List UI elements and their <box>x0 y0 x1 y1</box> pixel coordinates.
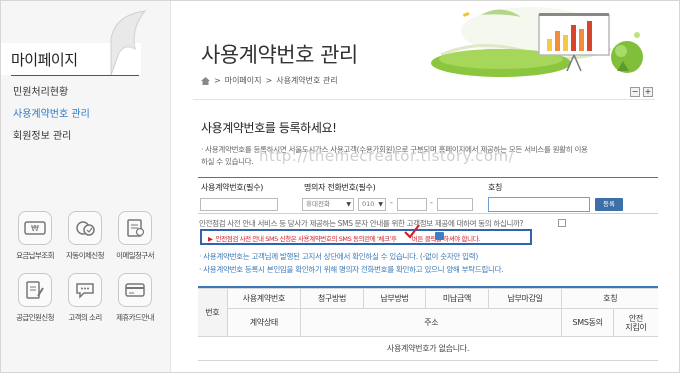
breadcrumb-separator: > <box>265 76 273 85</box>
speech-bubble-icon <box>68 273 102 307</box>
contract-number-label: 사용계약번호(필수) <box>201 183 264 192</box>
sms-alert-box: ▶ 안전점검 사전 안내 SMS 신청은 사용계약번호의 SMS 동의란에 '체크… <box>200 229 532 245</box>
table-empty-message: 사용계약번호가 없습니다. <box>198 336 658 361</box>
quick-item-label: 고객의 소리 <box>68 313 102 322</box>
breadcrumb-item[interactable]: 마이페이지 <box>225 75 262 86</box>
triangle-icon: ▶ <box>208 235 213 243</box>
zoom-in-button[interactable]: + <box>643 87 653 97</box>
hero-illustration <box>431 7 643 77</box>
section-title: 사용계약번호를 등록하세요! <box>201 121 337 135</box>
quick-item-partner-card[interactable]: 제휴카드안내 <box>111 273 159 323</box>
nickname-input[interactable] <box>488 197 590 212</box>
auto-transfer-icon <box>68 211 102 245</box>
register-button[interactable]: 등록 <box>595 198 623 211</box>
table-header-row: 계약상태 주소 SMS동의 안전 지킴이 <box>198 308 658 337</box>
column-header: 청구방법 <box>300 288 364 309</box>
breadcrumb-item[interactable]: 사용계약번호 관리 <box>276 75 337 86</box>
column-header: 주소 <box>300 308 563 337</box>
chevron-down-icon: ▼ <box>346 201 351 208</box>
phone-type-value: 휴대전화 <box>306 200 330 208</box>
phone-middle-input[interactable] <box>397 198 427 211</box>
quick-item-label: 이메일청구서 <box>116 251 154 260</box>
supply-request-icon <box>18 273 52 307</box>
sidebar: 마이페이지 민원처리현황 사용계약번호 관리 회원정보 관리 ₩ 요금납부조회 … <box>1 1 171 372</box>
checkmark-icon <box>404 224 420 239</box>
sidebar-item-contract-number[interactable]: 사용계약번호 관리 <box>13 107 90 129</box>
column-header: 호칭 <box>561 288 658 309</box>
phone-prefix-select[interactable]: 010 ▼ <box>358 198 386 211</box>
sms-alert-tail: 버튼 클릭을 하셔야 합니다. <box>411 235 480 243</box>
column-header-no: 번호 <box>198 288 228 337</box>
sidebar-title-underline <box>11 75 139 76</box>
email-bill-icon <box>118 211 152 245</box>
quick-item-label: 요금납부조회 <box>16 251 54 260</box>
quick-item-supply-request[interactable]: 공급인원신청 <box>11 273 59 323</box>
phone-last-input[interactable] <box>437 198 473 211</box>
info-line: · 사용계약번호는 고객님께 발행된 고지서 상단에서 확인하실 수 있습니다.… <box>199 252 478 261</box>
sidebar-item-member-info[interactable]: 회원정보 관리 <box>13 129 90 151</box>
contract-table: 번호 사용계약번호 청구방법 납부방법 미납금액 납부마감일 호칭 계약상태 주… <box>198 288 658 361</box>
column-header: 안전 지킴이 <box>612 308 658 337</box>
sms-consent-checkbox[interactable] <box>558 219 566 227</box>
nickname-label: 호칭 <box>488 183 503 192</box>
sidebar-title: 마이페이지 <box>11 51 78 69</box>
form-top-border <box>198 177 658 178</box>
page-title: 사용계약번호 관리 <box>201 43 358 67</box>
column-header: 미납금액 <box>425 288 489 309</box>
breadcrumb-separator: > <box>214 76 221 85</box>
quick-item-auto-transfer[interactable]: 자동이체신청 <box>61 211 109 261</box>
page-frame: 마이페이지 민원처리현황 사용계약번호 관리 회원정보 관리 ₩ 요금납부조회 … <box>0 0 680 373</box>
table-row: 사용계약번호가 없습니다. <box>198 336 658 361</box>
quick-item-customer-voice[interactable]: 고객의 소리 <box>61 273 109 323</box>
breadcrumb: > 마이페이지 > 사용계약번호 관리 <box>201 75 338 86</box>
table-header-row: 번호 사용계약번호 청구방법 납부방법 미납금액 납부마감일 호칭 <box>198 288 658 337</box>
phone-dash: - <box>430 198 433 207</box>
quick-item-email-bill[interactable]: 이메일청구서 <box>111 211 159 261</box>
bill-icon: ₩ <box>18 211 52 245</box>
phone-type-select[interactable]: 휴대전화 ▼ <box>302 198 354 211</box>
form-bottom-border <box>198 213 658 214</box>
column-header: 납부마감일 <box>487 288 563 309</box>
column-header: SMS동의 <box>561 308 614 337</box>
home-icon[interactable] <box>201 76 210 85</box>
quick-item-bill-inquiry[interactable]: ₩ 요금납부조회 <box>11 211 59 261</box>
chevron-down-icon: ▼ <box>378 201 383 208</box>
sms-consent-text: 안전점검 사전 안내 서비스 등 당사가 제공하는 SMS 문자 안내를 위한 … <box>199 219 524 228</box>
column-header: 납부방법 <box>362 288 427 309</box>
sidebar-item-complaint-status[interactable]: 민원처리현황 <box>13 85 90 107</box>
phone-prefix-value: 010 <box>362 200 375 208</box>
phone-dash: - <box>390 198 393 207</box>
zoom-out-button[interactable]: − <box>630 87 640 97</box>
column-header: 사용계약번호 <box>226 288 302 309</box>
watermark: http://themecreator.tistory.com/ <box>259 147 515 165</box>
contract-number-input[interactable] <box>200 198 278 211</box>
column-header: 계약상태 <box>227 308 302 337</box>
quick-item-label: 자동이체신청 <box>66 251 104 260</box>
sms-alert-message: 안전점검 사전 안내 SMS 신청은 사용계약번호의 SMS 동의란에 '체크'… <box>215 235 397 243</box>
info-line: · 사용계약번호 등록시 본인임을 확인하기 위해 명의자 전화번호를 확인하고… <box>199 265 504 274</box>
credit-card-icon <box>118 273 152 307</box>
title-divider <box>193 99 655 100</box>
button-icon <box>435 232 444 240</box>
quick-item-label: 제휴카드안내 <box>116 313 154 322</box>
phone-label: 명의자 전화번호(필수) <box>304 183 376 192</box>
svg-text:₩: ₩ <box>31 224 39 233</box>
page-curl-decoration <box>110 10 147 75</box>
sidebar-menu: 민원처리현황 사용계약번호 관리 회원정보 관리 <box>13 85 90 151</box>
quick-item-label: 공급인원신청 <box>16 313 54 322</box>
